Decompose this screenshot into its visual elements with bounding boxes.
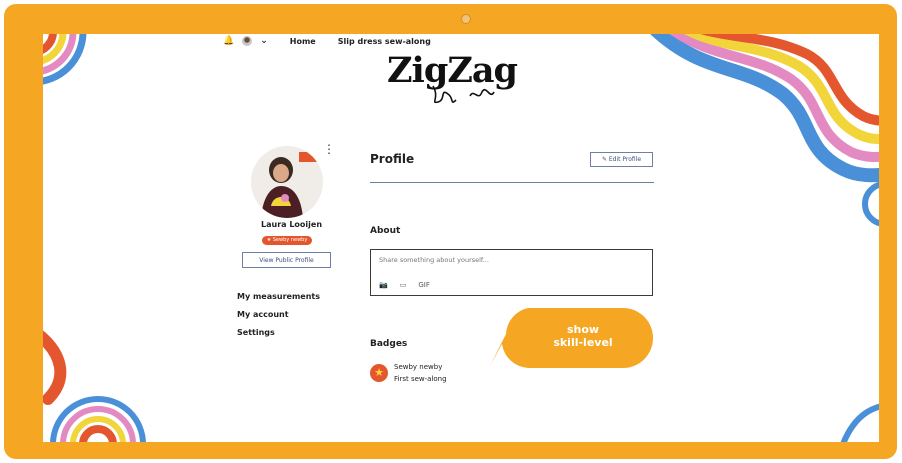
badge-name: Sewby newby bbox=[394, 363, 443, 371]
sidebar-menu: My measurements My account Settings bbox=[237, 290, 320, 344]
about-toolbar: 📷 ▭ GIF bbox=[379, 281, 430, 289]
top-navigation: 🔔 ⌄ Home Slip dress sew-along bbox=[223, 34, 431, 48]
about-heading: About bbox=[370, 226, 401, 236]
about-editor: 📷 ▭ GIF bbox=[370, 249, 653, 296]
callout-line-2: skill-level bbox=[553, 336, 613, 349]
callout-line-1: show bbox=[566, 323, 600, 336]
badges-heading: Badges bbox=[370, 339, 408, 349]
laptop-frame: 🔔 ⌄ Home Slip dress sew-along ZigZag ⋮ L… bbox=[4, 4, 897, 459]
sidebar-item-account[interactable]: My account bbox=[237, 308, 320, 326]
webcam-dot bbox=[461, 14, 471, 24]
sidebar-item-measurements[interactable]: My measurements bbox=[237, 290, 320, 308]
chevron-down-icon[interactable]: ⌄ bbox=[260, 36, 268, 46]
video-icon[interactable]: ▭ bbox=[400, 281, 407, 289]
callout-text: show skill-level bbox=[523, 323, 643, 349]
edit-profile-button[interactable]: ✎ Edit Profile bbox=[590, 152, 653, 167]
avatar-photo bbox=[251, 146, 323, 218]
skill-level-badge: ★ Sewby newby bbox=[262, 236, 312, 245]
page-title: Profile bbox=[370, 152, 415, 166]
screen: 🔔 ⌄ Home Slip dress sew-along ZigZag ⋮ L… bbox=[43, 34, 879, 442]
star-icon: ★ bbox=[370, 364, 388, 382]
about-input[interactable] bbox=[379, 256, 639, 264]
nav-home-link[interactable]: Home bbox=[290, 37, 316, 46]
divider bbox=[370, 182, 654, 183]
profile-avatar[interactable] bbox=[251, 146, 323, 218]
bell-icon[interactable]: 🔔 bbox=[223, 36, 234, 46]
gif-icon[interactable]: GIF bbox=[418, 281, 430, 289]
user-name: Laura Looijen bbox=[261, 220, 323, 229]
view-public-profile-button[interactable]: View Public Profile bbox=[242, 252, 331, 268]
user-avatar-mini[interactable] bbox=[242, 36, 253, 46]
logo-squiggle-icon bbox=[432, 85, 495, 104]
more-options-icon[interactable]: ⋮ bbox=[323, 142, 335, 156]
nav-sewalong-link[interactable]: Slip dress sew-along bbox=[338, 37, 431, 46]
badge-subtitle: First sew-along bbox=[394, 375, 447, 383]
sidebar-item-settings[interactable]: Settings bbox=[237, 326, 320, 344]
photo-icon[interactable]: 📷 bbox=[379, 281, 388, 289]
